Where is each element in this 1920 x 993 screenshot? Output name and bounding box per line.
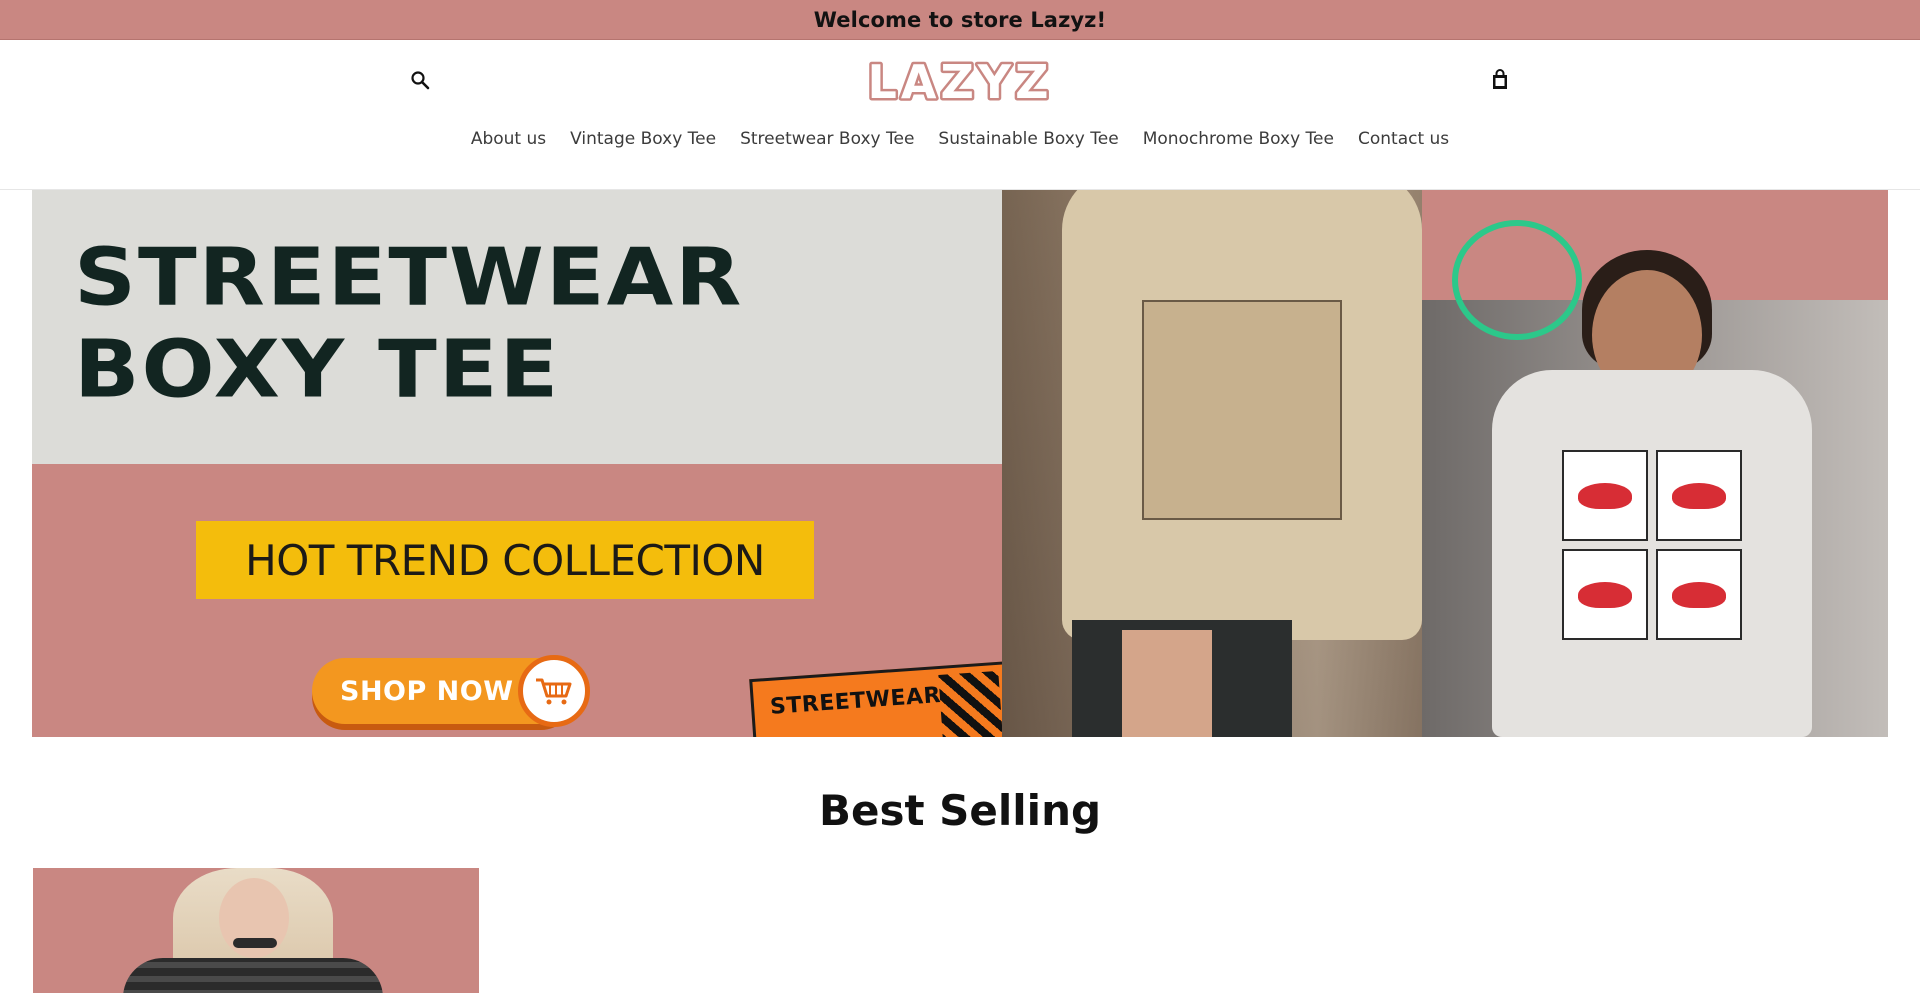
hot-trend-badge: HOT TREND COLLECTION [196,521,814,599]
hot-trend-text: HOT TREND COLLECTION [245,535,765,585]
shop-now-label: SHOP NOW [340,675,514,707]
model-photo-lips-tee [1422,190,1888,737]
streetwear-ticket: STREETWEAR [749,660,1017,737]
shopping-cart-icon [518,655,590,727]
nav-item-vintage-boxy-tee[interactable]: Vintage Boxy Tee [558,124,728,154]
cart-button[interactable] [1486,66,1514,94]
ticket-stripes [938,670,1004,737]
hero-title-line1: STREETWEAR [74,232,744,324]
product-card-image[interactable] [33,868,479,993]
nav-item-contact-us[interactable]: Contact us [1346,124,1461,154]
hero-banner[interactable]: STREETWEAR BOXY TEE HOT TREND COLLECTION… [32,190,1888,737]
nav-item-sustainable-boxy-tee[interactable]: Sustainable Boxy Tee [926,124,1130,154]
shop-now-button[interactable]: SHOP NOW [312,655,590,727]
hero-title-line2: BOXY TEE [74,324,561,416]
ticket-label: STREETWEAR [769,682,942,720]
announcement-bar: Welcome to store Lazyz! [0,0,1920,40]
logo-text: LAZYZ [868,55,1053,106]
nav-item-monochrome-boxy-tee[interactable]: Monochrome Boxy Tee [1131,124,1346,154]
shopping-bag-icon [1493,69,1507,89]
search-icon [411,71,430,90]
site-header: LAZYZ About us Vintage Boxy Tee Streetwe… [0,40,1920,190]
best-selling-title: Best Selling [818,786,1102,835]
announcement-text: Welcome to store Lazyz! [813,7,1107,32]
smiley-graffiti-icon [1452,220,1582,340]
store-logo[interactable]: LAZYZ [860,54,1060,106]
nav-item-streetwear-boxy-tee[interactable]: Streetwear Boxy Tee [728,124,926,154]
search-button[interactable] [406,66,434,94]
model-photo-urban-city [1002,190,1452,737]
nav-item-about-us[interactable]: About us [459,124,558,154]
main-nav: About us Vintage Boxy Tee Streetwear Box… [0,124,1920,154]
